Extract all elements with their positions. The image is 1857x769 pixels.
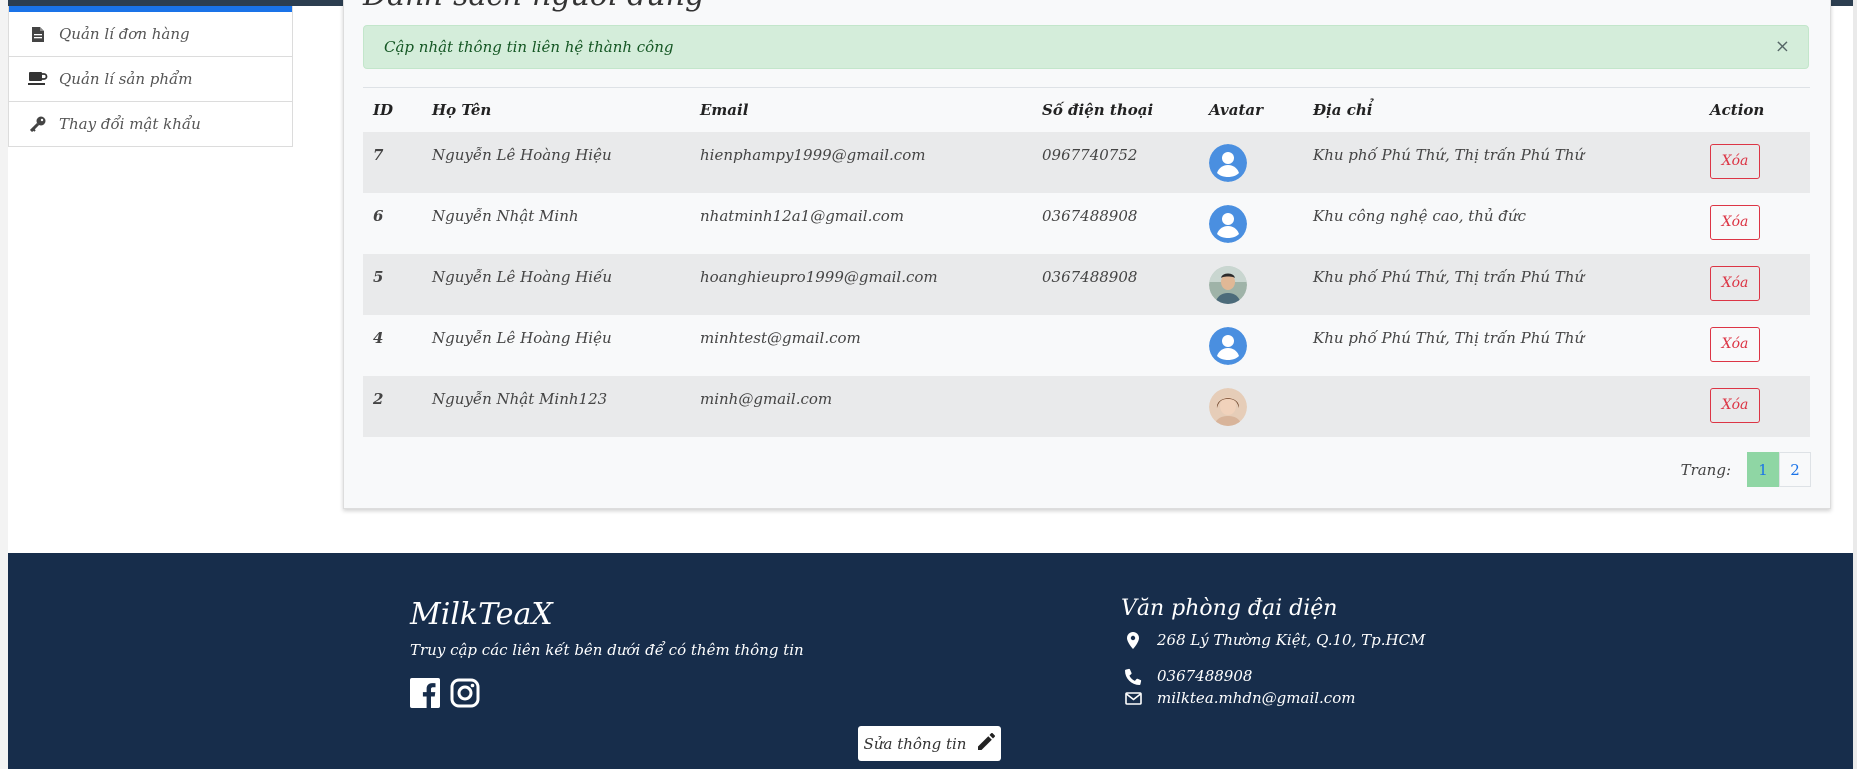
delete-button[interactable]: Xóa [1710, 144, 1760, 179]
success-alert: Cập nhật thông tin liên hệ thành công × [363, 25, 1809, 69]
cell-action: Xóa [1700, 376, 1810, 437]
column-header-phone: Số điện thoại [1032, 87, 1199, 132]
footer: MilkTeaX Truy cập các liên kết bên dưới … [8, 553, 1853, 769]
table-row: 5 Nguyễn Lê Hoàng Hiếu hoanghieupro1999@… [363, 254, 1810, 315]
key-icon [27, 116, 49, 132]
column-header-avatar: Avatar [1199, 87, 1303, 132]
sidebar-item-label: Quản lí đơn hàng [59, 25, 190, 43]
column-header-name: Họ Tên [422, 87, 690, 132]
table-row: 2 Nguyễn Nhật Minh123 minh@gmail.com Xóa [363, 376, 1810, 437]
edit-info-button[interactable]: Sửa thông tin [858, 726, 1001, 761]
cell-email: hoanghieupro1999@gmail.com [690, 254, 1032, 315]
default-user-icon [1209, 144, 1247, 182]
cell-address: Khu công nghệ cao, thủ đức [1303, 193, 1700, 254]
alert-message: Cập nhật thông tin liên hệ thành công [384, 38, 674, 56]
cell-action: Xóa [1700, 193, 1810, 254]
cell-id: 4 [363, 315, 422, 376]
office-title: Văn phòng đại diện [1121, 596, 1338, 621]
cell-avatar [1199, 193, 1303, 254]
office-email: milktea.mhdn@gmail.com [1121, 689, 1355, 707]
instagram-icon[interactable] [450, 678, 480, 712]
sidebar-item-label: Quản lí sản phẩm [59, 70, 193, 88]
user-photo-avatar [1209, 388, 1247, 426]
users-card: Danh sách người dùng Cập nhật thông tin … [343, 0, 1831, 509]
cell-name: Nguyễn Nhật Minh [422, 193, 690, 254]
sidebar-item-products[interactable]: Quản lí sản phẩm [9, 57, 292, 102]
column-header-id: ID [363, 87, 422, 132]
cell-email: minhtest@gmail.com [690, 315, 1032, 376]
cell-avatar [1199, 254, 1303, 315]
cell-id: 7 [363, 132, 422, 193]
user-photo-avatar [1209, 266, 1247, 304]
map-marker-icon [1121, 631, 1145, 649]
column-header-email: Email [690, 87, 1032, 132]
edit-info-label: Sửa thông tin [863, 734, 967, 753]
page-2-button[interactable]: 2 [1779, 452, 1811, 487]
delete-button[interactable]: Xóa [1710, 388, 1760, 423]
delete-button[interactable]: Xóa [1710, 205, 1760, 240]
cell-action: Xóa [1700, 132, 1810, 193]
cell-name: Nguyễn Nhật Minh123 [422, 376, 690, 437]
cell-action: Xóa [1700, 254, 1810, 315]
office-phone: 0367488908 [1121, 667, 1252, 685]
facebook-icon[interactable] [410, 678, 440, 712]
cell-address: Khu phố Phú Thứ, Thị trấn Phú Thứ [1303, 254, 1700, 315]
phone-icon [1121, 668, 1145, 685]
column-header-action: Action [1700, 87, 1810, 132]
cell-phone: 0367488908 [1032, 254, 1199, 315]
pagination: Trang: 1 2 [1681, 452, 1811, 487]
delete-button[interactable]: Xóa [1710, 327, 1760, 362]
scrollbar[interactable] [1853, 0, 1857, 769]
footer-subtitle: Truy cập các liên kết bên dưới để có thê… [410, 641, 804, 659]
cell-name: Nguyễn Lê Hoàng Hiệu [422, 132, 690, 193]
cell-email: nhatminh12a1@gmail.com [690, 193, 1032, 254]
cell-id: 5 [363, 254, 422, 315]
cell-address: Khu phố Phú Thứ, Thị trấn Phú Thứ [1303, 315, 1700, 376]
footer-brand: MilkTeaX [410, 597, 553, 632]
social-links [410, 678, 480, 712]
sidebar: Quản lí đơn hàng Quản lí sản phẩm Thay đ… [8, 6, 293, 147]
office-phone-text: 0367488908 [1157, 667, 1253, 685]
cell-phone [1032, 315, 1199, 376]
page-title: Danh sách người dùng [363, 0, 704, 13]
pencil-icon [978, 733, 996, 754]
table-row: 6 Nguyễn Nhật Minh nhatminh12a1@gmail.co… [363, 193, 1810, 254]
default-user-icon [1209, 327, 1247, 365]
cell-address: Khu phố Phú Thứ, Thị trấn Phú Thứ [1303, 132, 1700, 193]
cell-phone [1032, 376, 1199, 437]
office-address-text: 268 Lý Thường Kiệt, Q.10, Tp.HCM [1157, 631, 1426, 649]
table-header-row: ID Họ Tên Email Số điện thoại Avatar Địa… [363, 87, 1810, 132]
office-address: 268 Lý Thường Kiệt, Q.10, Tp.HCM [1121, 631, 1425, 649]
table-row: 4 Nguyễn Lê Hoàng Hiệu minhtest@gmail.co… [363, 315, 1810, 376]
cell-avatar [1199, 132, 1303, 193]
cell-email: minh@gmail.com [690, 376, 1032, 437]
delete-button[interactable]: Xóa [1710, 266, 1760, 301]
cell-avatar [1199, 376, 1303, 437]
cell-id: 2 [363, 376, 422, 437]
cell-action: Xóa [1700, 315, 1810, 376]
sidebar-item-label: Thay đổi mật khẩu [59, 115, 201, 133]
column-header-address: Địa chỉ [1303, 87, 1700, 132]
envelope-icon [1121, 691, 1145, 705]
left-edge [0, 0, 8, 769]
cell-name: Nguyễn Lê Hoàng Hiếu [422, 254, 690, 315]
cell-address [1303, 376, 1700, 437]
cell-phone: 0967740752 [1032, 132, 1199, 193]
cell-name: Nguyễn Lê Hoàng Hiệu [422, 315, 690, 376]
cell-avatar [1199, 315, 1303, 376]
cell-id: 6 [363, 193, 422, 254]
page-1-button[interactable]: 1 [1747, 452, 1779, 487]
cell-email: hienphampy1999@gmail.com [690, 132, 1032, 193]
close-icon[interactable]: × [1775, 36, 1790, 57]
office-email-text: milktea.mhdn@gmail.com [1157, 689, 1356, 707]
sidebar-item-orders[interactable]: Quản lí đơn hàng [9, 12, 292, 57]
coffee-cup-icon [27, 72, 49, 86]
table-row: 7 Nguyễn Lê Hoàng Hiệu hienphampy1999@gm… [363, 132, 1810, 193]
pagination-label: Trang: [1680, 460, 1731, 479]
cell-phone: 0367488908 [1032, 193, 1199, 254]
users-table: ID Họ Tên Email Số điện thoại Avatar Địa… [363, 87, 1810, 437]
file-icon [27, 26, 49, 42]
sidebar-item-change-password[interactable]: Thay đổi mật khẩu [9, 102, 292, 146]
default-user-icon [1209, 205, 1247, 243]
